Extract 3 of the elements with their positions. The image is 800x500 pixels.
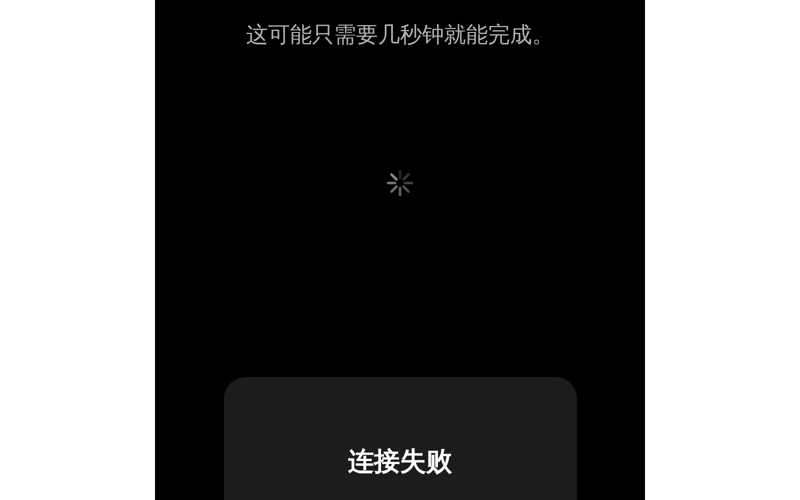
spinner-icon (387, 170, 413, 196)
alert-title: 连接失败 (348, 446, 452, 479)
status-message: 这可能只需要几秒钟就能完成。 (246, 22, 554, 50)
